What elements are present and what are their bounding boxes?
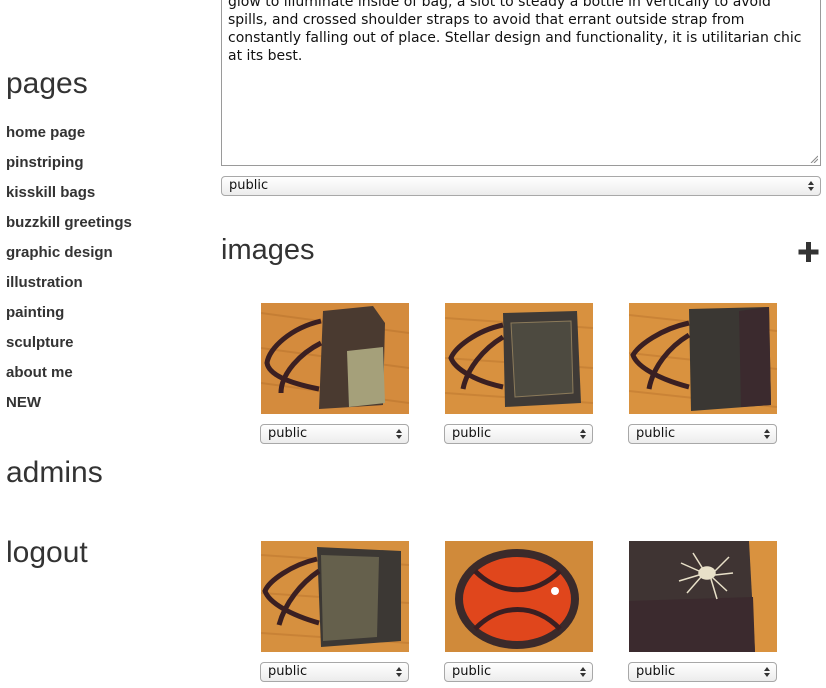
bag-photo-5 bbox=[445, 541, 593, 652]
select-arrows-icon bbox=[580, 429, 586, 439]
pages-nav: home page pinstriping kisskill bags buzz… bbox=[6, 122, 132, 422]
resize-grip-icon[interactable] bbox=[810, 155, 818, 163]
bag-photo-1 bbox=[261, 303, 409, 414]
image-visibility-select-4[interactable]: public bbox=[260, 662, 409, 682]
image-thumbnail-4[interactable] bbox=[261, 541, 409, 652]
bag-photo-3 bbox=[629, 303, 777, 414]
image-visibility-select-1[interactable]: public bbox=[260, 424, 409, 444]
nav-item-new[interactable]: NEW bbox=[6, 392, 132, 422]
image-thumbnail-5[interactable] bbox=[445, 541, 593, 652]
nav-item-buzzkill-greetings[interactable]: buzzkill greetings bbox=[6, 212, 132, 242]
image-thumbnail-1[interactable] bbox=[261, 303, 409, 414]
description-visibility-value: public bbox=[229, 178, 269, 193]
image-visibility-value-3: public bbox=[636, 426, 676, 441]
select-arrows-icon bbox=[764, 667, 770, 677]
image-visibility-select-2[interactable]: public bbox=[444, 424, 593, 444]
bag-photo-2 bbox=[445, 303, 593, 414]
bag-photo-4 bbox=[261, 541, 409, 652]
description-visibility-select[interactable]: public bbox=[221, 176, 821, 196]
select-arrows-icon bbox=[396, 667, 402, 677]
description-text: glow to illuminate inside of bag, a slot… bbox=[228, 0, 802, 64]
select-arrows-icon bbox=[396, 429, 402, 439]
nav-item-painting[interactable]: painting bbox=[6, 302, 132, 332]
nav-item-pinstriping[interactable]: pinstriping bbox=[6, 152, 132, 182]
image-visibility-value-2: public bbox=[452, 426, 492, 441]
image-thumbnail-3[interactable] bbox=[629, 303, 777, 414]
image-thumbnail-6[interactable] bbox=[629, 541, 777, 652]
image-visibility-select-6[interactable]: public bbox=[628, 662, 777, 682]
select-arrows-icon bbox=[580, 667, 586, 677]
nav-item-about-me[interactable]: about me bbox=[6, 362, 132, 392]
image-visibility-value-4: public bbox=[268, 664, 308, 679]
select-arrows-icon bbox=[808, 181, 814, 191]
image-visibility-value-1: public bbox=[268, 426, 308, 441]
image-thumbnail-2[interactable] bbox=[445, 303, 593, 414]
pages-heading: pages bbox=[6, 67, 88, 100]
add-image-plus-icon[interactable] bbox=[797, 240, 821, 264]
nav-item-sculpture[interactable]: sculpture bbox=[6, 332, 132, 362]
nav-item-kisskill-bags[interactable]: kisskill bags bbox=[6, 182, 132, 212]
nav-item-home-page[interactable]: home page bbox=[6, 122, 132, 152]
images-heading: images bbox=[221, 234, 315, 266]
select-arrows-icon bbox=[764, 429, 770, 439]
image-visibility-select-3[interactable]: public bbox=[628, 424, 777, 444]
bag-photo-6 bbox=[629, 541, 777, 652]
image-visibility-value-5: public bbox=[452, 664, 492, 679]
image-visibility-value-6: public bbox=[636, 664, 676, 679]
admins-link[interactable]: admins bbox=[6, 456, 103, 490]
nav-item-illustration[interactable]: illustration bbox=[6, 272, 132, 302]
description-textarea[interactable]: glow to illuminate inside of bag, a slot… bbox=[221, 0, 821, 166]
logout-link[interactable]: logout bbox=[6, 536, 88, 570]
nav-item-graphic-design[interactable]: graphic design bbox=[6, 242, 132, 272]
image-visibility-select-5[interactable]: public bbox=[444, 662, 593, 682]
